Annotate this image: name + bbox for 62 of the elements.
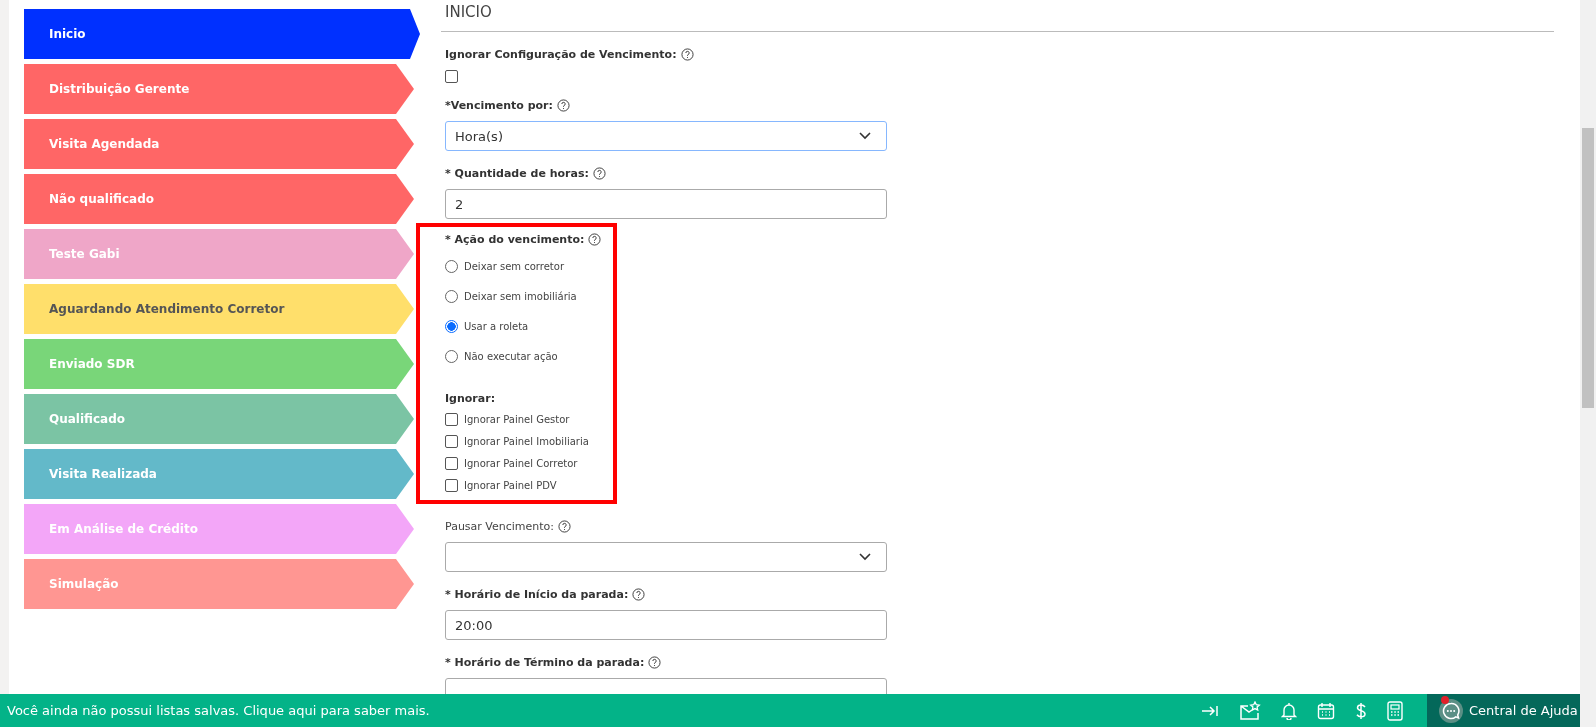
chat-bubble-icon (1439, 698, 1463, 723)
stage-tab[interactable]: Visita Realizada (24, 449, 414, 499)
option-label: Usar a roleta (464, 321, 529, 332)
help-icon[interactable] (680, 48, 694, 61)
help-icon[interactable] (556, 99, 570, 112)
notification-dot (1441, 696, 1449, 704)
chevron-down-icon (859, 132, 871, 140)
option-label: Ignorar Painel Gestor (464, 414, 570, 425)
checkbox[interactable] (445, 413, 458, 426)
checkbox[interactable] (445, 479, 458, 492)
select-field[interactable] (445, 542, 887, 572)
checkbox[interactable] (445, 70, 458, 83)
help-icon[interactable] (648, 656, 662, 669)
checkbox[interactable] (445, 435, 458, 448)
stage-tab[interactable]: Não qualificado (24, 174, 414, 224)
option-label: Ignorar Painel PDV (464, 480, 557, 491)
help-icon[interactable] (592, 167, 606, 180)
option-label: Ignorar Painel Imobiliaria (464, 436, 589, 447)
calculator-icon[interactable] (1387, 700, 1403, 721)
radio-button[interactable] (445, 350, 458, 363)
stage-tab[interactable]: Qualificado (24, 394, 414, 444)
stage-tab[interactable]: Enviado SDR (24, 339, 414, 389)
field-label: *Vencimento por: (445, 99, 553, 112)
group-label: Ignorar: (445, 392, 497, 405)
stage-tab[interactable]: Visita Agendada (24, 119, 414, 169)
radio-button[interactable] (445, 320, 458, 333)
field-label: Ignorar Configuração de Vencimento: (445, 48, 677, 61)
help-icon[interactable] (632, 588, 646, 601)
stage-tab[interactable]: Aguardando Atendimento Corretor (24, 284, 414, 334)
help-center-button[interactable]: Central de Ajuda (1427, 694, 1580, 727)
help-icon[interactable] (558, 520, 572, 533)
radio-button[interactable] (445, 260, 458, 273)
chevron-down-icon (859, 553, 871, 561)
arrow-to-line-icon[interactable] (1201, 703, 1219, 718)
checkbox[interactable] (445, 457, 458, 470)
envelope-star-icon[interactable] (1239, 700, 1261, 721)
field-label: * Ação do vencimento: (445, 233, 585, 246)
field-label: * Horário de Término da parada: (445, 656, 645, 669)
option-label: Deixar sem imobiliária (464, 291, 577, 302)
help-icon[interactable] (588, 233, 602, 246)
input-field[interactable]: 20:00 (445, 610, 887, 640)
input-field[interactable]: 2 (445, 189, 887, 219)
option-label: Não executar ação (464, 351, 558, 362)
radio-button[interactable] (445, 290, 458, 303)
field-label: * Horário de Início da parada: (445, 588, 629, 601)
option-label: Deixar sem corretor (464, 261, 564, 272)
stage-tab[interactable]: Simulação (24, 559, 414, 609)
field-label: * Quantidade de horas: (445, 167, 589, 180)
bell-icon[interactable] (1281, 701, 1297, 720)
stage-tab[interactable]: Distribuição Gerente (24, 64, 414, 114)
select-field[interactable]: Hora(s) (445, 121, 887, 151)
section-title: INICIO (441, 0, 1554, 32)
dollar-icon[interactable] (1355, 701, 1367, 720)
field-label: Pausar Vencimento: (445, 520, 555, 533)
stage-tab[interactable]: Inicio (24, 9, 420, 59)
calendar-icon[interactable] (1317, 701, 1335, 720)
status-message[interactable]: Você ainda não possui listas salvas. Clique aqui para saber mais. (0, 703, 1201, 718)
stage-tab[interactable]: Teste Gabi (24, 229, 414, 279)
option-label: Ignorar Painel Corretor (464, 458, 578, 469)
stage-tab[interactable]: Em Análise de Crédito (24, 504, 414, 554)
scrollbar-thumb[interactable] (1582, 128, 1594, 408)
scrollbar[interactable] (1580, 0, 1596, 694)
